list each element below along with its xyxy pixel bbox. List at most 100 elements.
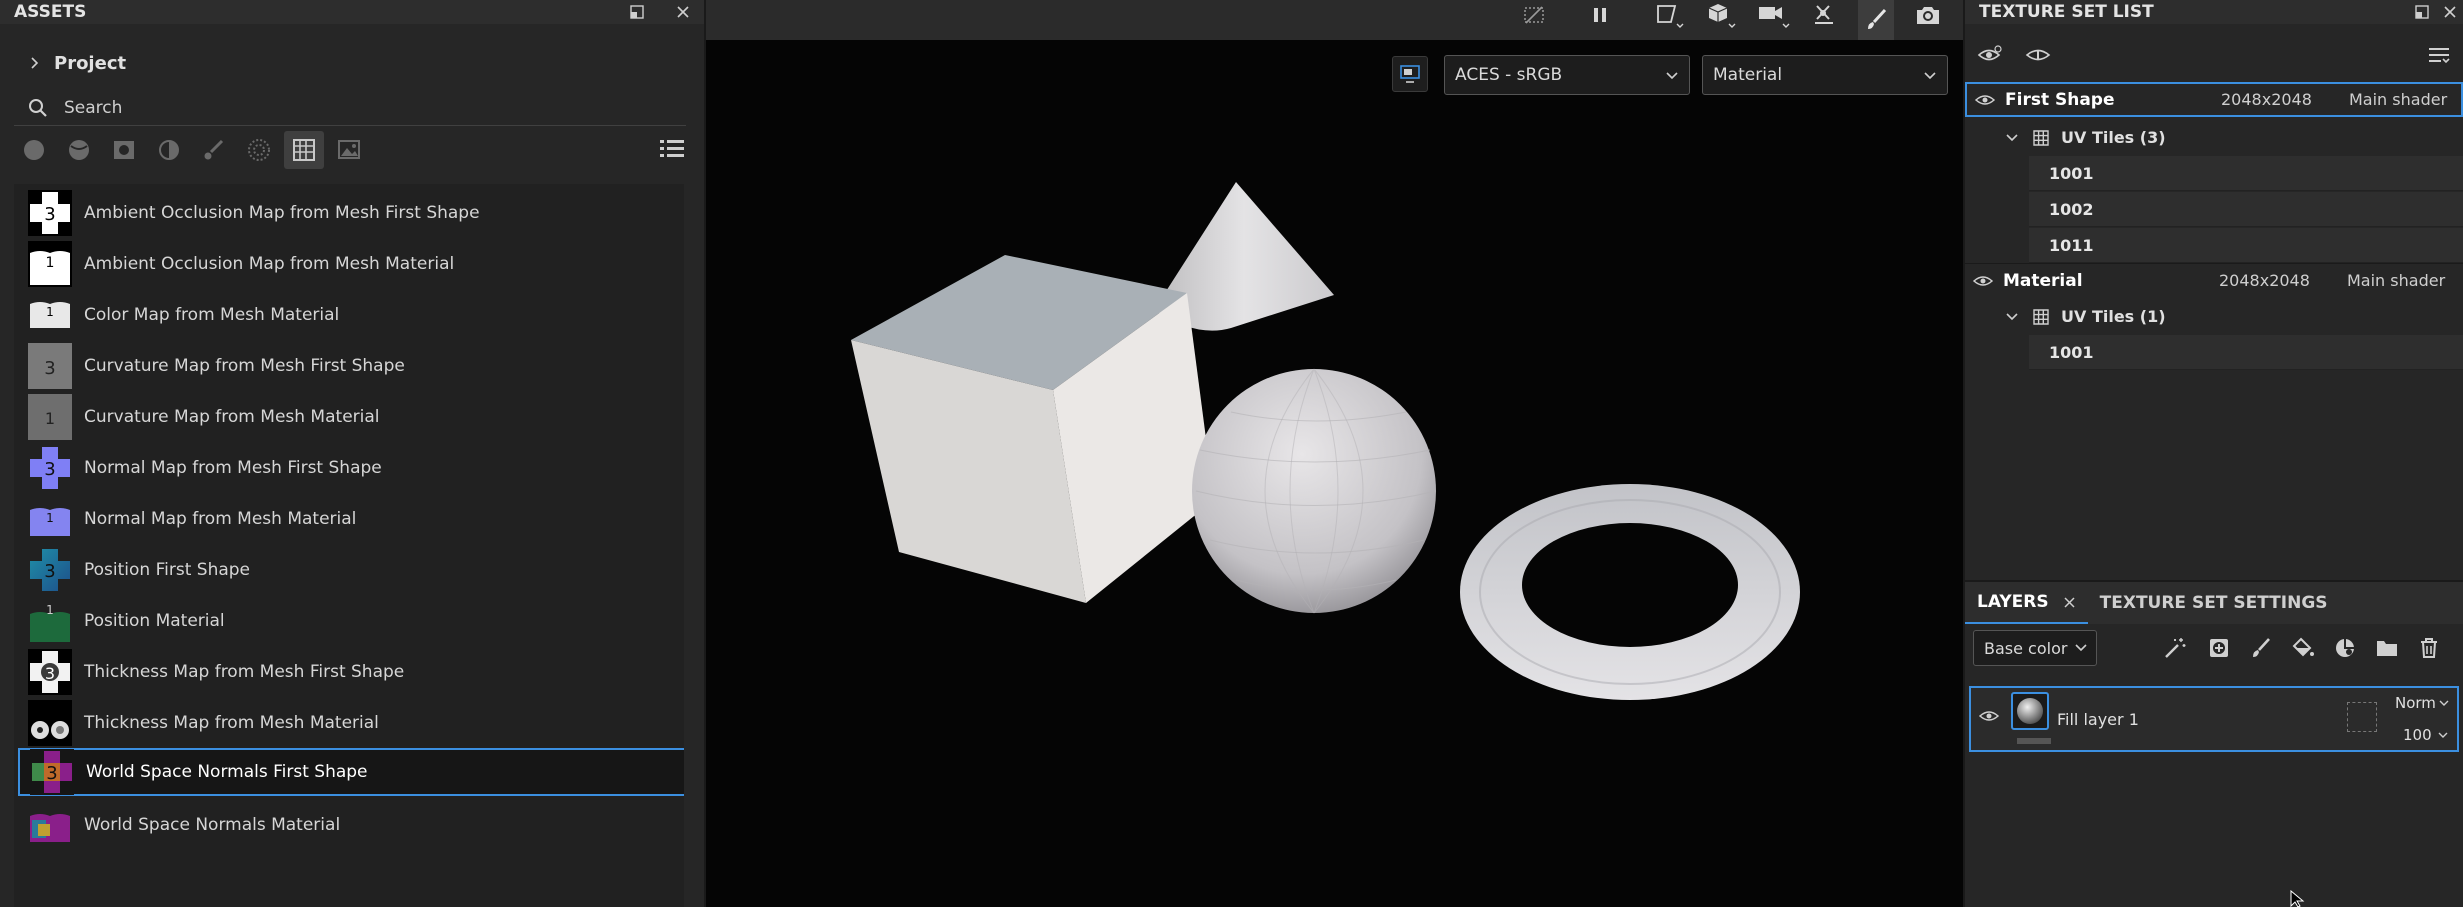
asset-thumbnail: 1 (28, 241, 72, 287)
add-paint-layer-icon[interactable] (2247, 634, 2275, 662)
layers-tab-bar: LAYERS TEXTURE SET SETTINGS (1965, 582, 2463, 624)
magic-wand-icon[interactable] (2161, 634, 2189, 662)
project-tree-item[interactable]: Project (0, 46, 704, 80)
brushes-icon[interactable] (194, 131, 234, 169)
channel-select[interactable]: Base color (1973, 630, 2097, 666)
assets-panel: ASSETS Project Search 3 Ambient Occlusio… (0, 0, 704, 907)
list-view-icon[interactable] (654, 132, 690, 166)
textures-icon[interactable] (284, 131, 324, 169)
uv-tile[interactable]: 1002 (2029, 192, 2463, 227)
solo-view-icon[interactable] (2025, 44, 2051, 70)
uv-tile-label: 1011 (2049, 235, 2094, 255)
filters-icon[interactable] (149, 131, 189, 169)
texture-set-shader[interactable]: Main shader (2347, 271, 2445, 290)
add-mask-icon[interactable] (2205, 634, 2233, 662)
viewport-mode-icon[interactable] (1650, 0, 1690, 30)
asset-thumbnail: 3 (28, 547, 72, 593)
asset-thumbnail: 3 (30, 749, 74, 795)
channel-dropdown[interactable]: Material (1702, 55, 1948, 95)
asset-item[interactable]: 1 Normal Map from Mesh Material (18, 495, 690, 543)
svg-text:3: 3 (44, 561, 55, 582)
tab-texture-set-settings[interactable]: TEXTURE SET SETTINGS (2088, 582, 2340, 624)
layer-thumbnail[interactable] (2011, 692, 2049, 730)
undock-icon[interactable] (626, 2, 648, 22)
texture-set-shader[interactable]: Main shader (2349, 90, 2447, 109)
particles-icon[interactable] (239, 131, 279, 169)
mouse-cursor-icon (2290, 889, 2306, 907)
hide-icon[interactable] (1516, 0, 1552, 30)
uv-tile[interactable]: 1001 (2029, 156, 2463, 191)
asset-item[interactable]: 3 Position First Shape (18, 546, 690, 594)
undock-icon[interactable] (2411, 2, 2433, 22)
add-fill-layer-icon[interactable] (2289, 634, 2317, 662)
chevron-right-icon[interactable] (24, 56, 44, 70)
asset-item[interactable]: 1 Ambient Occlusion Map from Mesh Materi… (18, 240, 690, 288)
texture-set-menu-icon[interactable] (2427, 44, 2451, 70)
asset-item[interactable]: 1 Position Material (18, 597, 690, 645)
asset-thumbnail (28, 802, 72, 848)
close-icon[interactable] (2439, 2, 2461, 22)
close-icon[interactable] (2063, 596, 2076, 609)
uv-tile[interactable]: 1001 (2029, 335, 2463, 370)
smart-materials-icon[interactable] (59, 131, 99, 169)
smart-masks-icon[interactable] (104, 131, 144, 169)
uv-tiles-group[interactable]: UV Tiles (1) (1965, 299, 2463, 334)
eye-icon[interactable] (1975, 93, 1995, 107)
scene-render (851, 182, 1800, 700)
blend-mode-dropdown[interactable]: Norm (2395, 694, 2449, 712)
screenshot-icon[interactable] (1910, 0, 1946, 30)
layer-name[interactable]: Fill layer 1 (2057, 710, 2139, 729)
environments-icon[interactable] (329, 131, 369, 169)
asset-item[interactable]: 1 Color Map from Mesh Material (18, 291, 690, 339)
colorspace-dropdown[interactable]: ACES - sRGB (1444, 55, 1690, 95)
asset-item[interactable]: World Space Normals Material (18, 801, 690, 849)
chevron-down-icon[interactable] (2005, 131, 2019, 145)
tab-layers[interactable]: LAYERS (1965, 582, 2088, 624)
asset-list-scrollbar[interactable] (684, 184, 694, 907)
paint-brush-icon[interactable] (1858, 0, 1894, 40)
uv-tiles-group[interactable]: UV Tiles (3) (1965, 120, 2463, 155)
layout-icon[interactable] (1806, 0, 1842, 30)
object-icon[interactable] (1702, 0, 1742, 30)
close-icon[interactable] (672, 2, 694, 22)
3d-viewport[interactable]: ACES - sRGB Material (706, 0, 1963, 907)
asset-item[interactable]: 3 Thickness Map from Mesh First Shape (18, 648, 690, 696)
uv-tile[interactable]: 1011 (2029, 228, 2463, 263)
texture-set-resolution: 2048x2048 (2219, 271, 2310, 290)
materials-icon[interactable] (14, 131, 54, 169)
viewport-toolbar (706, 0, 1963, 40)
display-settings-icon[interactable] (1392, 56, 1428, 92)
svg-text:1: 1 (46, 305, 54, 319)
grid-icon (2033, 308, 2049, 325)
search-input[interactable] (64, 97, 624, 118)
asset-thumbnail: 3 (28, 445, 72, 491)
svg-text:3: 3 (44, 459, 55, 480)
asset-item[interactable]: 3 Ambient Occlusion Map from Mesh First … (18, 189, 690, 237)
eye-icon[interactable] (1978, 708, 2000, 727)
texture-set-resolution: 2048x2048 (2221, 90, 2312, 109)
asset-item[interactable]: Thickness Map from Mesh Material (18, 699, 690, 747)
chevron-down-icon[interactable] (2005, 310, 2019, 324)
texture-set-first-shape[interactable]: First Shape 2048x2048 Main shader (1965, 82, 2463, 117)
asset-name: Thickness Map from Mesh Material (84, 713, 379, 733)
tab-settings-label: TEXTURE SET SETTINGS (2099, 593, 2328, 613)
uv-tile-label: 1001 (2049, 163, 2094, 183)
add-effect-icon[interactable] (2331, 634, 2359, 662)
eye-settings-icon[interactable] (1977, 44, 2003, 70)
svg-text:3: 3 (46, 763, 57, 784)
pause-icon[interactable] (1582, 0, 1618, 30)
texture-set-material[interactable]: Material 2048x2048 Main shader (1965, 263, 2463, 298)
add-folder-icon[interactable] (2373, 634, 2401, 662)
asset-item-selected[interactable]: 3 World Space Normals First Shape (18, 748, 690, 796)
asset-item[interactable]: 3 Curvature Map from Mesh First Shape (18, 342, 690, 390)
delete-layer-icon[interactable] (2415, 634, 2443, 662)
mask-placeholder[interactable] (2347, 702, 2377, 732)
asset-item[interactable]: 1 Curvature Map from Mesh Material (18, 393, 690, 441)
asset-item[interactable]: 3 Normal Map from Mesh First Shape (18, 444, 690, 492)
opacity-field[interactable]: 100 (2403, 726, 2448, 744)
camera-icon[interactable] (1752, 0, 1796, 30)
uv-tiles-label: UV Tiles (1) (2061, 307, 2166, 326)
layer-fill-layer-1[interactable]: Fill layer 1 Norm 100 (1969, 686, 2459, 752)
eye-icon[interactable] (1973, 274, 1993, 288)
assets-title-text: ASSETS (14, 2, 87, 22)
